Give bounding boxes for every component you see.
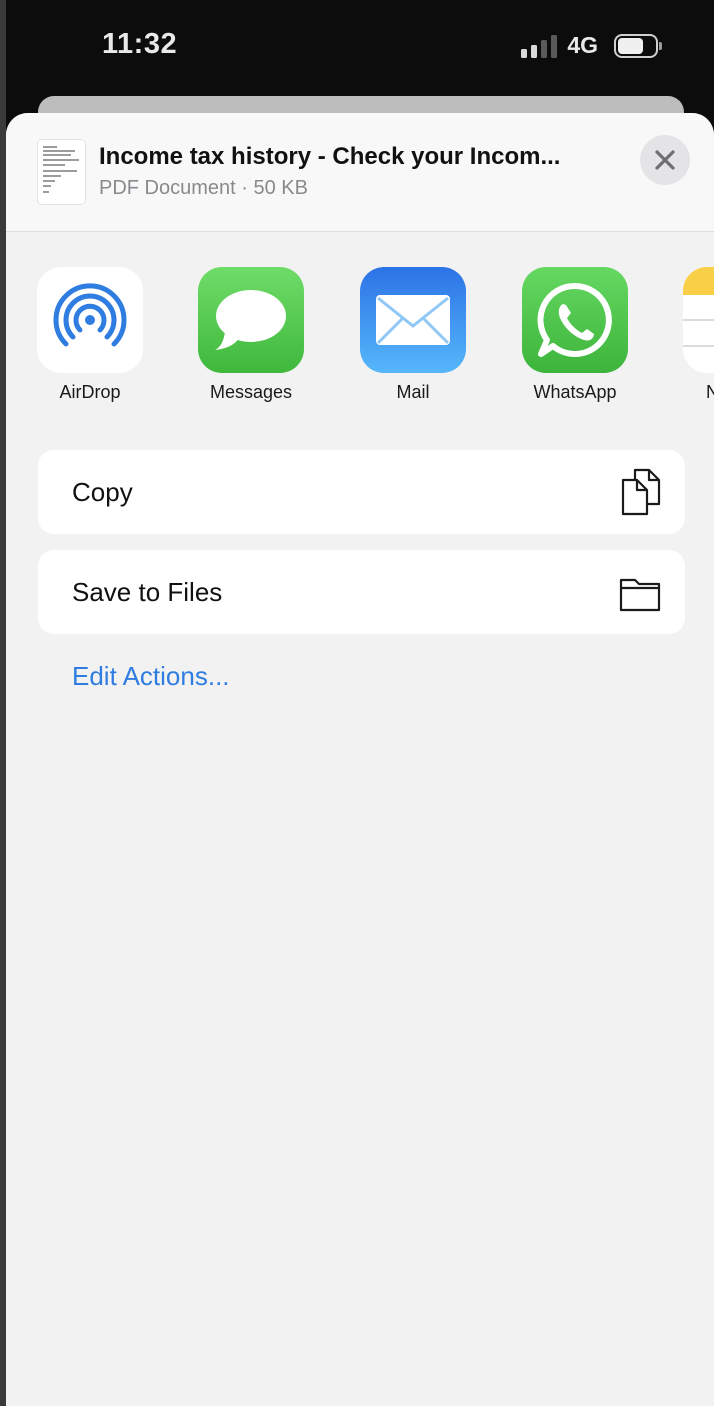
phone-screen: 11:32 4G Income tax history - Check your… [0, 0, 714, 1406]
document-subtitle: PDF Document · 50 KB [99, 177, 308, 199]
share-app-messages[interactable]: Messages [181, 267, 321, 403]
copy-action-label: Copy [72, 477, 133, 507]
share-app-label: Mail [396, 382, 430, 402]
share-app-label: N [706, 382, 714, 402]
share-app-airdrop[interactable]: AirDrop [20, 267, 160, 403]
share-app-label: WhatsApp [533, 382, 617, 402]
share-app-label: AirDrop [59, 382, 121, 402]
mail-icon [360, 267, 466, 373]
cellular-signal-icon [521, 34, 558, 58]
notes-icon[interactable] [683, 267, 714, 373]
save-to-files-action[interactable]: Save to Files [38, 550, 685, 634]
status-indicators: 4G [521, 32, 662, 59]
share-app-whatsapp[interactable]: WhatsApp [505, 267, 645, 403]
document-title: Income tax history - Check your Incom... [99, 143, 561, 170]
copy-action[interactable]: Copy [38, 450, 685, 534]
close-button[interactable] [640, 135, 690, 185]
edit-actions-link[interactable]: Edit Actions... [72, 661, 230, 692]
battery-icon [614, 33, 662, 58]
share-app-label: Messages [209, 382, 293, 402]
share-sheet-header: Income tax history - Check your Incom...… [6, 113, 714, 232]
messages-icon [198, 267, 304, 373]
folder-icon [619, 578, 661, 612]
save-to-files-label: Save to Files [72, 577, 223, 607]
status-time: 11:32 [102, 28, 178, 60]
share-app-mail[interactable]: Mail [343, 267, 483, 403]
share-sheet: Income tax history - Check your Incom...… [6, 113, 714, 1406]
close-icon [655, 150, 675, 170]
airdrop-icon [37, 267, 143, 373]
pdf-thumbnail-icon [38, 140, 85, 204]
network-type: 4G [567, 32, 598, 58]
whatsapp-icon [522, 267, 628, 373]
share-apps-row: AirDrop Messages Mail WhatsApp N [6, 267, 714, 407]
copy-icon [621, 468, 661, 516]
